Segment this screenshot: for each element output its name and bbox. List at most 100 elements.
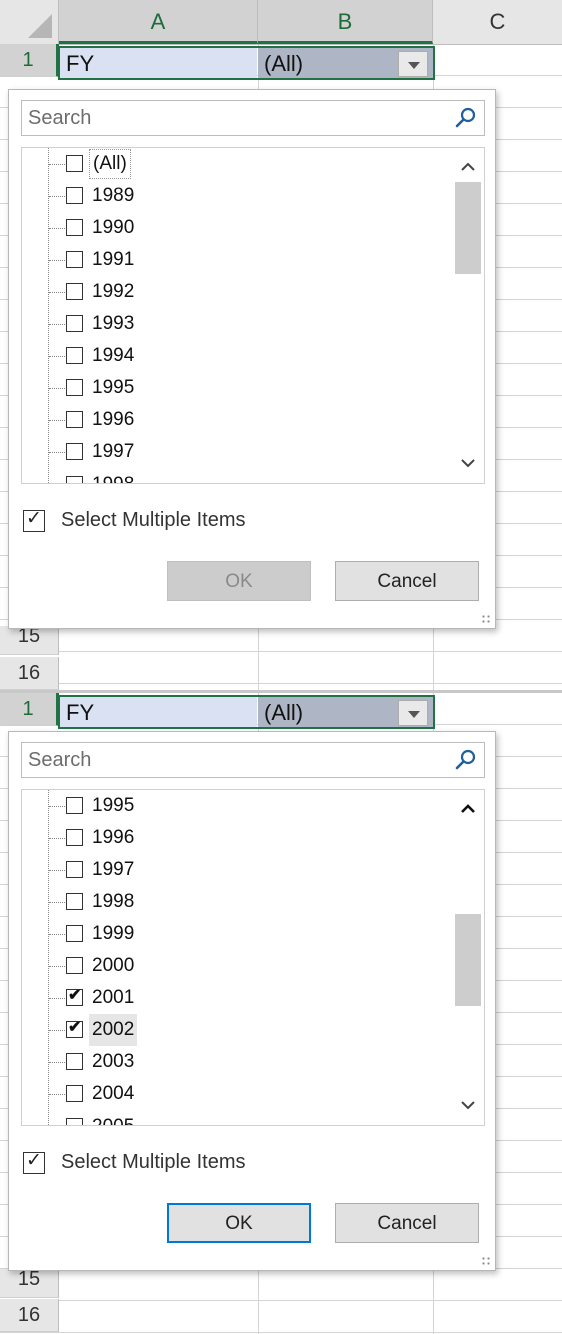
column-header-a[interactable]: A xyxy=(59,0,258,44)
row-header-1[interactable]: 1 xyxy=(0,693,59,726)
ok-button[interactable]: OK xyxy=(167,561,311,601)
filter-dropdown-icon[interactable] xyxy=(398,51,428,77)
cancel-button[interactable]: Cancel xyxy=(335,561,479,601)
item-checkbox[interactable] xyxy=(66,925,83,942)
filter-list-item[interactable]: 1990 xyxy=(22,212,442,244)
filter-dropdown-icon[interactable] xyxy=(398,700,428,726)
item-checkbox[interactable] xyxy=(66,443,83,460)
filter-list-item[interactable]: 1991 xyxy=(22,244,442,276)
filter-list-item[interactable]: 1995 xyxy=(22,372,442,404)
tree-connector xyxy=(49,196,65,197)
chevron-down-icon[interactable] xyxy=(452,450,484,480)
tree-connector xyxy=(49,1094,65,1095)
item-checkbox[interactable] xyxy=(66,797,83,814)
filter-list-item[interactable]: 1989 xyxy=(22,180,442,212)
scrollbar[interactable] xyxy=(452,148,484,483)
worksheet-bottom: 1 FY (All) 15 16 Search 1995 1996 1997 1998… xyxy=(0,693,562,1334)
filter-panel: Search (All) 1989 1990 1991 1992 1993 1994 1995… xyxy=(8,89,496,629)
filter-list-item[interactable]: 1995 xyxy=(22,790,442,822)
scrollbar-thumb[interactable] xyxy=(455,914,481,1006)
select-multiple-checkbox[interactable]: ✓ xyxy=(23,1150,45,1174)
filter-item-label: 1996 xyxy=(92,409,135,430)
filter-list-item[interactable]: 1998 xyxy=(22,469,442,483)
filter-list-item[interactable]: 2004 xyxy=(22,1078,442,1110)
tree-connector xyxy=(49,324,65,325)
tree-connector xyxy=(49,420,65,421)
item-checkbox[interactable] xyxy=(66,829,83,846)
item-checkbox[interactable] xyxy=(66,957,83,974)
item-checkbox[interactable] xyxy=(66,1085,83,1102)
chevron-up-icon[interactable] xyxy=(452,794,484,824)
search-input[interactable]: Search xyxy=(21,100,485,136)
cancel-button[interactable]: Cancel xyxy=(335,1203,479,1243)
item-checkbox[interactable]: ✔ xyxy=(66,987,83,1006)
select-all-corner[interactable] xyxy=(0,0,59,44)
filter-list-item[interactable]: ✔ 2001 xyxy=(22,982,442,1014)
select-multiple-checkbox[interactable]: ✓ xyxy=(23,508,45,532)
row-header-15[interactable]: 15 xyxy=(0,1269,59,1298)
search-icon[interactable] xyxy=(454,748,478,772)
row-header-16[interactable]: 16 xyxy=(0,1299,59,1332)
tree-connector xyxy=(49,388,65,389)
tree-connector xyxy=(49,292,65,293)
tree-connector xyxy=(49,838,65,839)
item-checkbox[interactable] xyxy=(66,1118,83,1125)
item-checkbox[interactable] xyxy=(66,219,83,236)
filter-list-item[interactable]: (All) xyxy=(22,148,442,180)
scrollbar-thumb[interactable] xyxy=(455,182,481,274)
item-checkbox[interactable] xyxy=(66,187,83,204)
filter-list-item[interactable]: 1997 xyxy=(22,436,442,468)
item-checkbox[interactable] xyxy=(66,315,83,332)
item-checkbox[interactable] xyxy=(66,251,83,268)
filter-list-item[interactable]: 1994 xyxy=(22,340,442,372)
row-header-16[interactable]: 16 xyxy=(0,657,59,690)
item-checkbox[interactable] xyxy=(66,893,83,910)
item-checkbox[interactable] xyxy=(66,347,83,364)
filter-item-label: 1997 xyxy=(92,441,135,462)
filter-list-item[interactable]: 1993 xyxy=(22,308,442,340)
filter-list-item[interactable]: ✔ 2002 xyxy=(22,1014,442,1046)
search-placeholder: Search xyxy=(28,107,92,129)
ok-button[interactable]: OK xyxy=(167,1203,311,1243)
filter-panel: Search 1995 1996 1997 1998 1999 2000 ✔ 2001 ✔ 200… xyxy=(8,731,496,1271)
column-header-b[interactable]: B xyxy=(258,0,433,44)
filter-list-item[interactable]: 1996 xyxy=(22,822,442,854)
filter-list-item[interactable]: 1996 xyxy=(22,404,442,436)
filter-item-list[interactable]: (All) 1989 1990 1991 1992 1993 1994 1995 1996 199… xyxy=(21,147,485,484)
chevron-down-icon[interactable] xyxy=(452,1092,484,1122)
filter-list-item[interactable]: 1998 xyxy=(22,886,442,918)
tree-connector xyxy=(49,806,65,807)
filter-item-list[interactable]: 1995 1996 1997 1998 1999 2000 ✔ 2001 ✔ 2002 2003 20… xyxy=(21,789,485,1126)
filter-item-label: 1992 xyxy=(92,281,135,302)
filter-list-item[interactable]: 2003 xyxy=(22,1046,442,1078)
search-input[interactable]: Search xyxy=(21,742,485,778)
row-header-1[interactable]: 1 xyxy=(0,44,59,77)
item-checkbox[interactable]: ✔ xyxy=(66,1019,83,1038)
tree-connector xyxy=(49,998,65,999)
item-checkbox[interactable] xyxy=(66,1053,83,1070)
filter-list-item[interactable]: 1992 xyxy=(22,276,442,308)
filter-list-item[interactable]: 2000 xyxy=(22,950,442,982)
chevron-up-icon[interactable] xyxy=(452,152,484,182)
item-checkbox[interactable] xyxy=(66,476,83,483)
filter-list-item[interactable]: 1997 xyxy=(22,854,442,886)
item-checkbox[interactable] xyxy=(66,861,83,878)
column-header-c[interactable]: C xyxy=(433,0,562,44)
filter-item-label: 1991 xyxy=(92,249,135,270)
filter-item-label: 1997 xyxy=(92,859,135,880)
filter-list-item[interactable]: 2005 xyxy=(22,1111,442,1125)
search-icon[interactable] xyxy=(454,106,478,130)
item-checkbox[interactable] xyxy=(66,283,83,300)
item-checkbox[interactable] xyxy=(66,379,83,396)
resize-grip[interactable] xyxy=(481,614,491,624)
cell-selection-outline xyxy=(58,46,435,80)
resize-grip[interactable] xyxy=(481,1256,491,1266)
scrollbar[interactable] xyxy=(452,790,484,1125)
tree-connector xyxy=(49,934,65,935)
tree-connector xyxy=(49,902,65,903)
filter-list-item[interactable]: 1999 xyxy=(22,918,442,950)
select-multiple-label: Select Multiple Items xyxy=(61,1151,246,1173)
item-checkbox[interactable] xyxy=(66,155,83,172)
item-checkbox[interactable] xyxy=(66,411,83,428)
row-header-15[interactable]: 15 xyxy=(0,626,59,655)
